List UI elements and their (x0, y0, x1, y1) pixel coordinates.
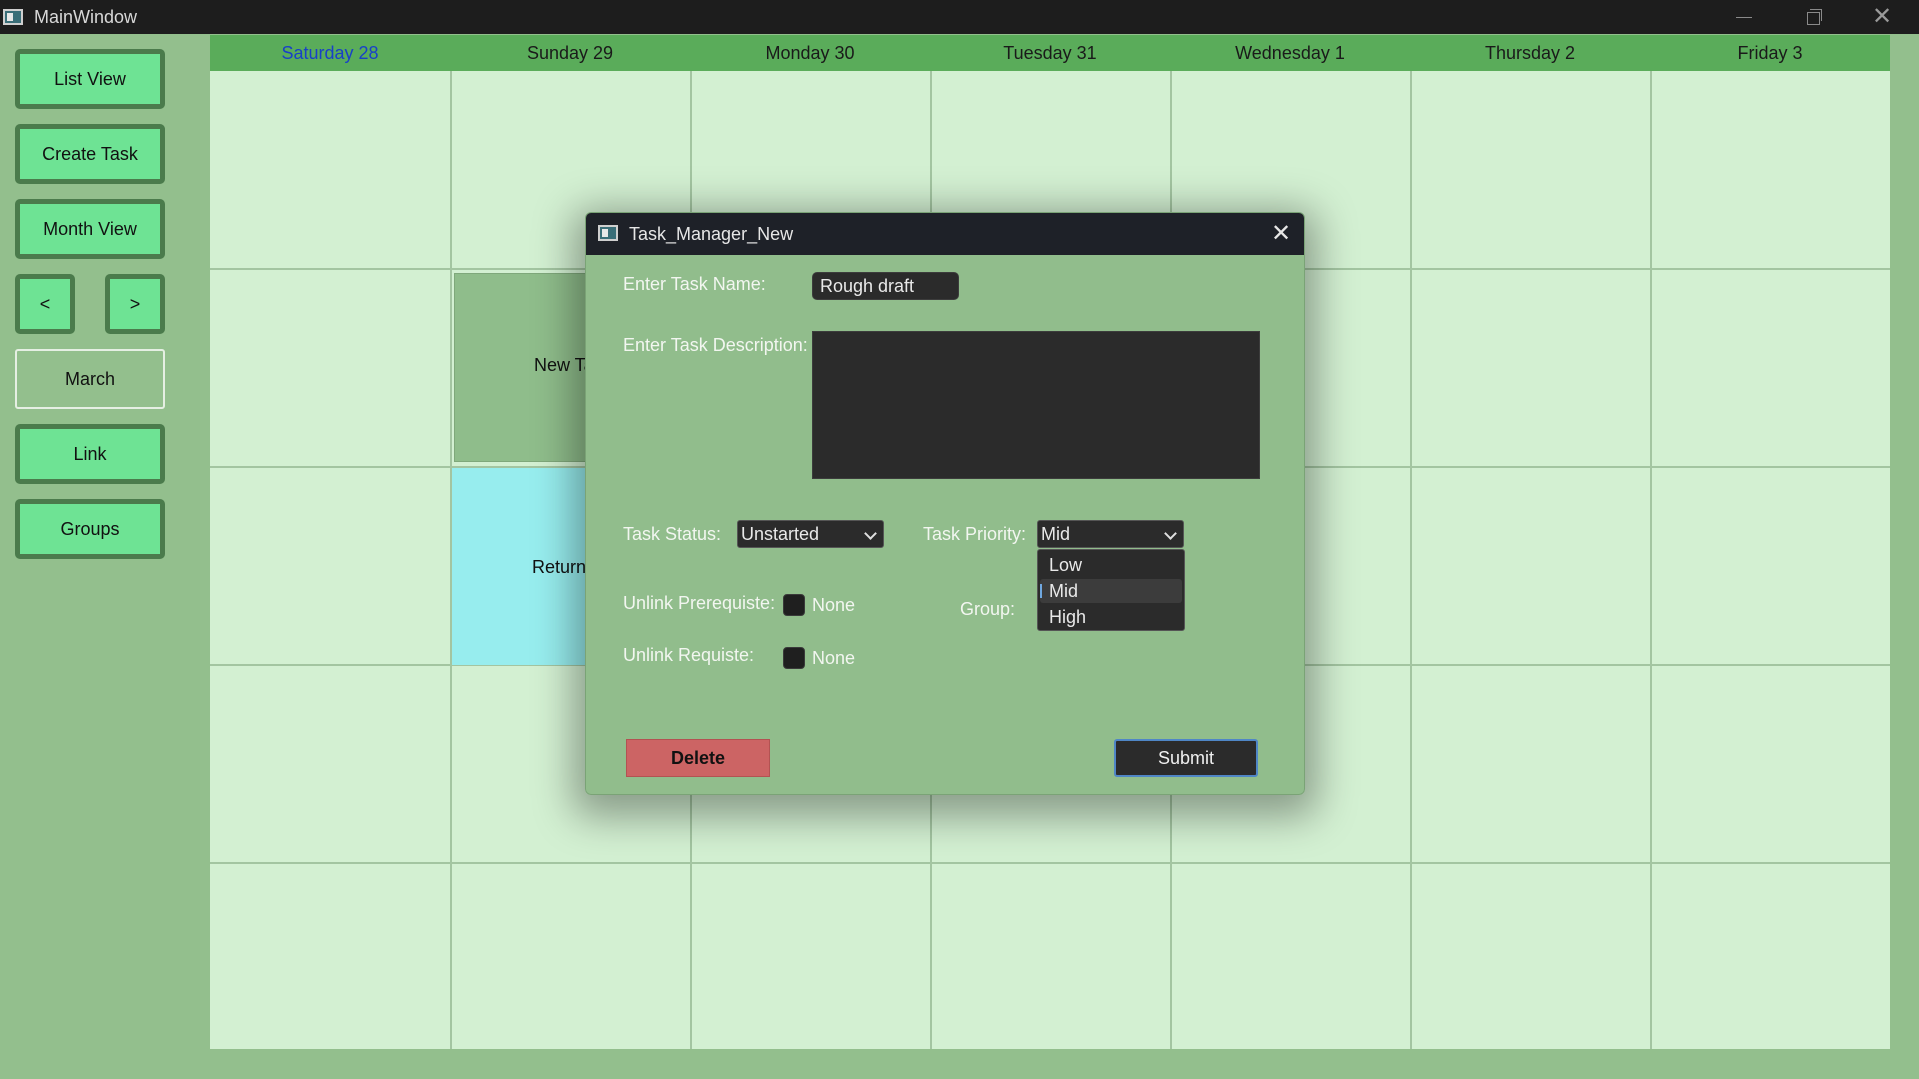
unlink-requisite-label: Unlink Requiste: (623, 645, 755, 665)
task-name-label: Enter Task Name: (623, 274, 766, 294)
submit-button[interactable]: Submit (1114, 739, 1258, 777)
unlink-prerequisite-label: Unlink Prerequiste: (623, 593, 776, 613)
minimize-icon[interactable] (1712, 0, 1776, 34)
priority-option-high[interactable]: High (1040, 605, 1182, 629)
unlink-requisite-checkbox[interactable] (783, 647, 805, 669)
task-status-select[interactable]: Unstarted (737, 520, 884, 548)
priority-option-mid[interactable]: Mid (1040, 579, 1182, 603)
dialog-close-icon[interactable]: ✕ (1268, 221, 1294, 247)
task-description-input[interactable] (812, 331, 1260, 479)
next-button[interactable]: > (105, 274, 165, 334)
task-name-input[interactable]: Rough draft (812, 272, 959, 300)
chevron-down-icon (864, 527, 877, 540)
list-view-button[interactable]: List View (15, 49, 165, 109)
day-header-friday: Friday 3 (1737, 43, 1803, 63)
create-task-button[interactable]: Create Task (15, 124, 165, 184)
grid-line (210, 862, 1890, 864)
unlink-prerequisite-value: None (812, 595, 856, 615)
task-description-text (813, 332, 1259, 340)
task-description-label: Enter Task Description: (623, 335, 808, 355)
day-header-thursday: Thursday 2 (1484, 43, 1576, 63)
close-icon[interactable]: ✕ (1850, 0, 1914, 34)
day-header-saturday: Saturday 28 (281, 43, 379, 63)
previous-button[interactable]: < (15, 274, 75, 334)
window-title: MainWindow (34, 7, 138, 27)
app-icon (3, 9, 23, 25)
task-priority-select[interactable]: Mid (1037, 520, 1184, 548)
priority-option-low[interactable]: Low (1040, 553, 1182, 577)
group-label: Group: (960, 599, 1016, 619)
current-month-label: March (15, 349, 165, 409)
dialog-title: Task_Manager_New (629, 224, 794, 244)
day-header-sunday: Sunday 29 (526, 43, 614, 63)
main-titlebar: MainWindow ✕ (0, 0, 1919, 34)
task-status-label: Task Status: (623, 524, 722, 544)
day-header-monday: Monday 30 (765, 43, 855, 63)
dialog-titlebar: Task_Manager_New ✕ (586, 213, 1304, 255)
link-button[interactable]: Link (15, 424, 165, 484)
priority-dropdown-list: Low Mid High (1037, 549, 1185, 631)
task-priority-value: Mid (1041, 524, 1071, 544)
delete-button[interactable]: Delete (626, 739, 770, 777)
month-view-button[interactable]: Month View (15, 199, 165, 259)
dialog-app-icon (598, 225, 618, 241)
calendar-header: Saturday 28 Sunday 29 Monday 30 Tuesday … (210, 35, 1890, 71)
grid-line (1410, 71, 1412, 1049)
unlink-prerequisite-checkbox[interactable] (783, 594, 805, 616)
chevron-down-icon (1164, 527, 1177, 540)
unlink-requisite-value: None (812, 648, 856, 668)
groups-button[interactable]: Groups (15, 499, 165, 559)
task-manager-dialog: Task_Manager_New ✕ Enter Task Name: Roug… (585, 212, 1305, 795)
day-header-tuesday: Tuesday 31 (1003, 43, 1097, 63)
grid-line (1650, 71, 1652, 1049)
task-priority-label: Task Priority: (923, 524, 1027, 544)
day-header-wednesday: Wednesday 1 (1235, 43, 1345, 63)
task-status-value: Unstarted (741, 524, 820, 544)
maximize-icon[interactable] (1781, 0, 1845, 34)
